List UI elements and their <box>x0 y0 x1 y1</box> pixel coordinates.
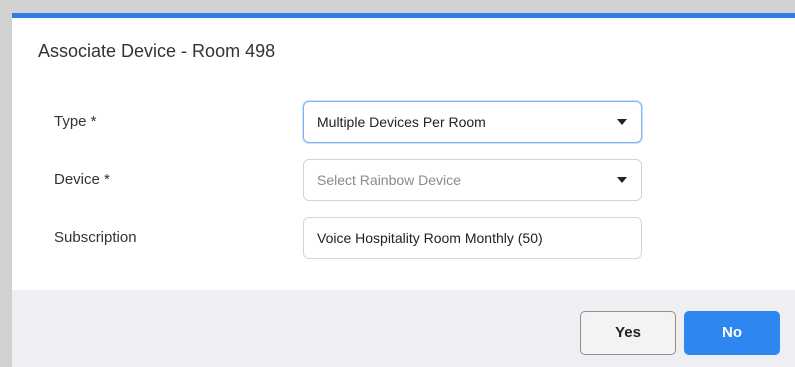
subscription-field[interactable]: Voice Hospitality Room Monthly (50) <box>303 217 642 259</box>
type-row: Type * Multiple Devices Per Room <box>12 101 795 143</box>
yes-button[interactable]: Yes <box>580 311 676 355</box>
subscription-field-value: Voice Hospitality Room Monthly (50) <box>317 230 543 246</box>
page-backdrop-top <box>0 0 795 13</box>
dialog-footer: Yes No <box>12 290 795 367</box>
page-backdrop-left <box>0 0 12 367</box>
device-row: Device * Select Rainbow Device <box>12 159 795 201</box>
no-button[interactable]: No <box>684 311 780 355</box>
type-label: Type * <box>54 113 97 130</box>
dialog-title: Associate Device - Room 498 <box>38 41 276 61</box>
type-select-value: Multiple Devices Per Room <box>317 114 486 130</box>
device-label: Device * <box>54 171 110 188</box>
subscription-row: Subscription Voice Hospitality Room Mont… <box>12 217 795 259</box>
subscription-label: Subscription <box>54 229 137 246</box>
device-select-placeholder: Select Rainbow Device <box>317 172 461 188</box>
chevron-down-icon <box>617 119 627 125</box>
associate-device-dialog: Associate Device - Room 498 Type * Multi… <box>12 13 795 367</box>
device-select[interactable]: Select Rainbow Device <box>303 159 642 201</box>
chevron-down-icon <box>617 177 627 183</box>
type-select[interactable]: Multiple Devices Per Room <box>303 101 642 143</box>
